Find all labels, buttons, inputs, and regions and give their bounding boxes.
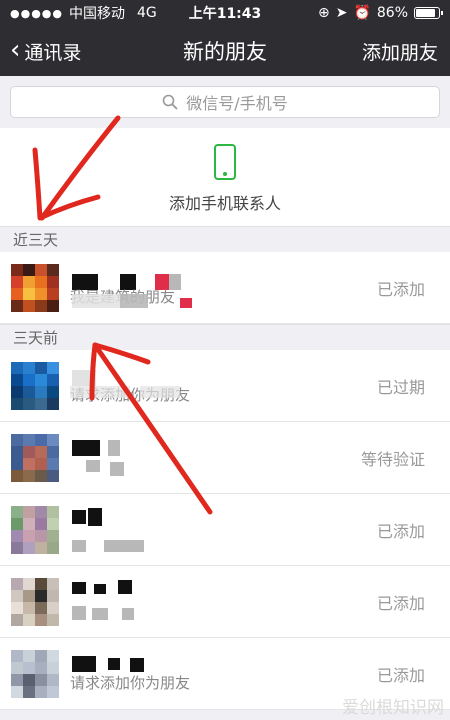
redaction-overlay	[120, 294, 148, 308]
chevron-left-icon: ‹	[10, 34, 21, 65]
redacted-message	[92, 608, 108, 620]
redacted-name	[118, 580, 132, 594]
friend-request-row[interactable]: 已添加	[0, 566, 450, 638]
signal-strength-icon: ●●●●●	[10, 6, 63, 20]
clock: 上午11:43	[188, 6, 262, 22]
redacted-message	[86, 460, 100, 472]
redaction-overlay	[180, 298, 192, 308]
request-status: 等待验证	[360, 450, 425, 469]
friend-request-row[interactable]: 等待验证	[0, 422, 450, 494]
status-bar: ●●●●● 中国移动 4G 上午11:43 ⊕ ➤ ⏰ 86%	[0, 0, 450, 26]
redacted-name	[72, 440, 100, 456]
battery-fill	[416, 9, 435, 17]
section-header-recent: 近三天	[0, 226, 450, 252]
avatar	[11, 263, 59, 312]
avatar	[11, 505, 59, 554]
request-status: 已过期	[376, 378, 425, 397]
avatar	[11, 361, 59, 410]
add-phone-contacts-label: 添加手机联系人	[168, 194, 281, 213]
friend-request-row[interactable]: 我是建筑的朋友 已添加	[0, 252, 450, 324]
navigation-bar: ‹ 通讯录 新的朋友 添加朋友	[0, 26, 450, 76]
watermark: 爱创根知识网	[342, 698, 444, 718]
add-phone-contacts-button[interactable]: 添加手机联系人	[0, 128, 450, 226]
avatar	[11, 649, 59, 698]
redacted-name	[72, 656, 96, 672]
redacted-name	[72, 582, 86, 594]
battery-percent: 86%	[376, 5, 408, 21]
redacted-message	[110, 462, 124, 476]
carrier-name: 中国移动	[69, 6, 125, 22]
redacted-name	[88, 508, 102, 526]
request-status: 已添加	[376, 522, 425, 541]
search-icon	[162, 94, 178, 110]
location-icon: ➤	[335, 5, 348, 21]
add-friend-button[interactable]: 添加朋友	[362, 38, 438, 65]
search-placeholder: 微信号/手机号	[186, 94, 288, 113]
redaction-overlay	[72, 294, 122, 308]
redacted-name	[72, 510, 86, 524]
alarm-icon: ⏰	[353, 5, 371, 21]
redacted-message	[72, 540, 86, 552]
request-status: 已添加	[376, 594, 425, 613]
back-button[interactable]: ‹ 通讯录	[10, 34, 82, 65]
redacted-message	[122, 608, 134, 620]
redacted-name	[108, 440, 120, 456]
avatar	[11, 577, 59, 626]
friend-request-row[interactable]: 已添加	[0, 494, 450, 566]
redacted-name	[108, 658, 120, 670]
battery-icon	[414, 7, 443, 19]
request-status: 已添加	[376, 280, 425, 299]
section-header-older: 三天前	[0, 324, 450, 350]
redacted-message	[72, 606, 86, 620]
redaction-overlay	[70, 386, 130, 398]
phone-icon	[214, 144, 236, 180]
redacted-name	[130, 658, 144, 672]
back-label: 通讯录	[24, 41, 82, 64]
rotation-lock-icon: ⊕	[317, 5, 330, 21]
search-area: 微信号/手机号	[0, 76, 450, 128]
request-message: 请求添加你为朋友	[70, 674, 191, 692]
redacted-name	[94, 584, 106, 594]
avatar	[11, 433, 59, 482]
search-input[interactable]: 微信号/手机号	[10, 86, 440, 118]
friend-request-row[interactable]: 请求添加你为朋友 已过期	[0, 350, 450, 422]
redaction-overlay	[140, 386, 180, 398]
redacted-message	[104, 540, 144, 552]
network-type: 4G	[137, 5, 157, 21]
